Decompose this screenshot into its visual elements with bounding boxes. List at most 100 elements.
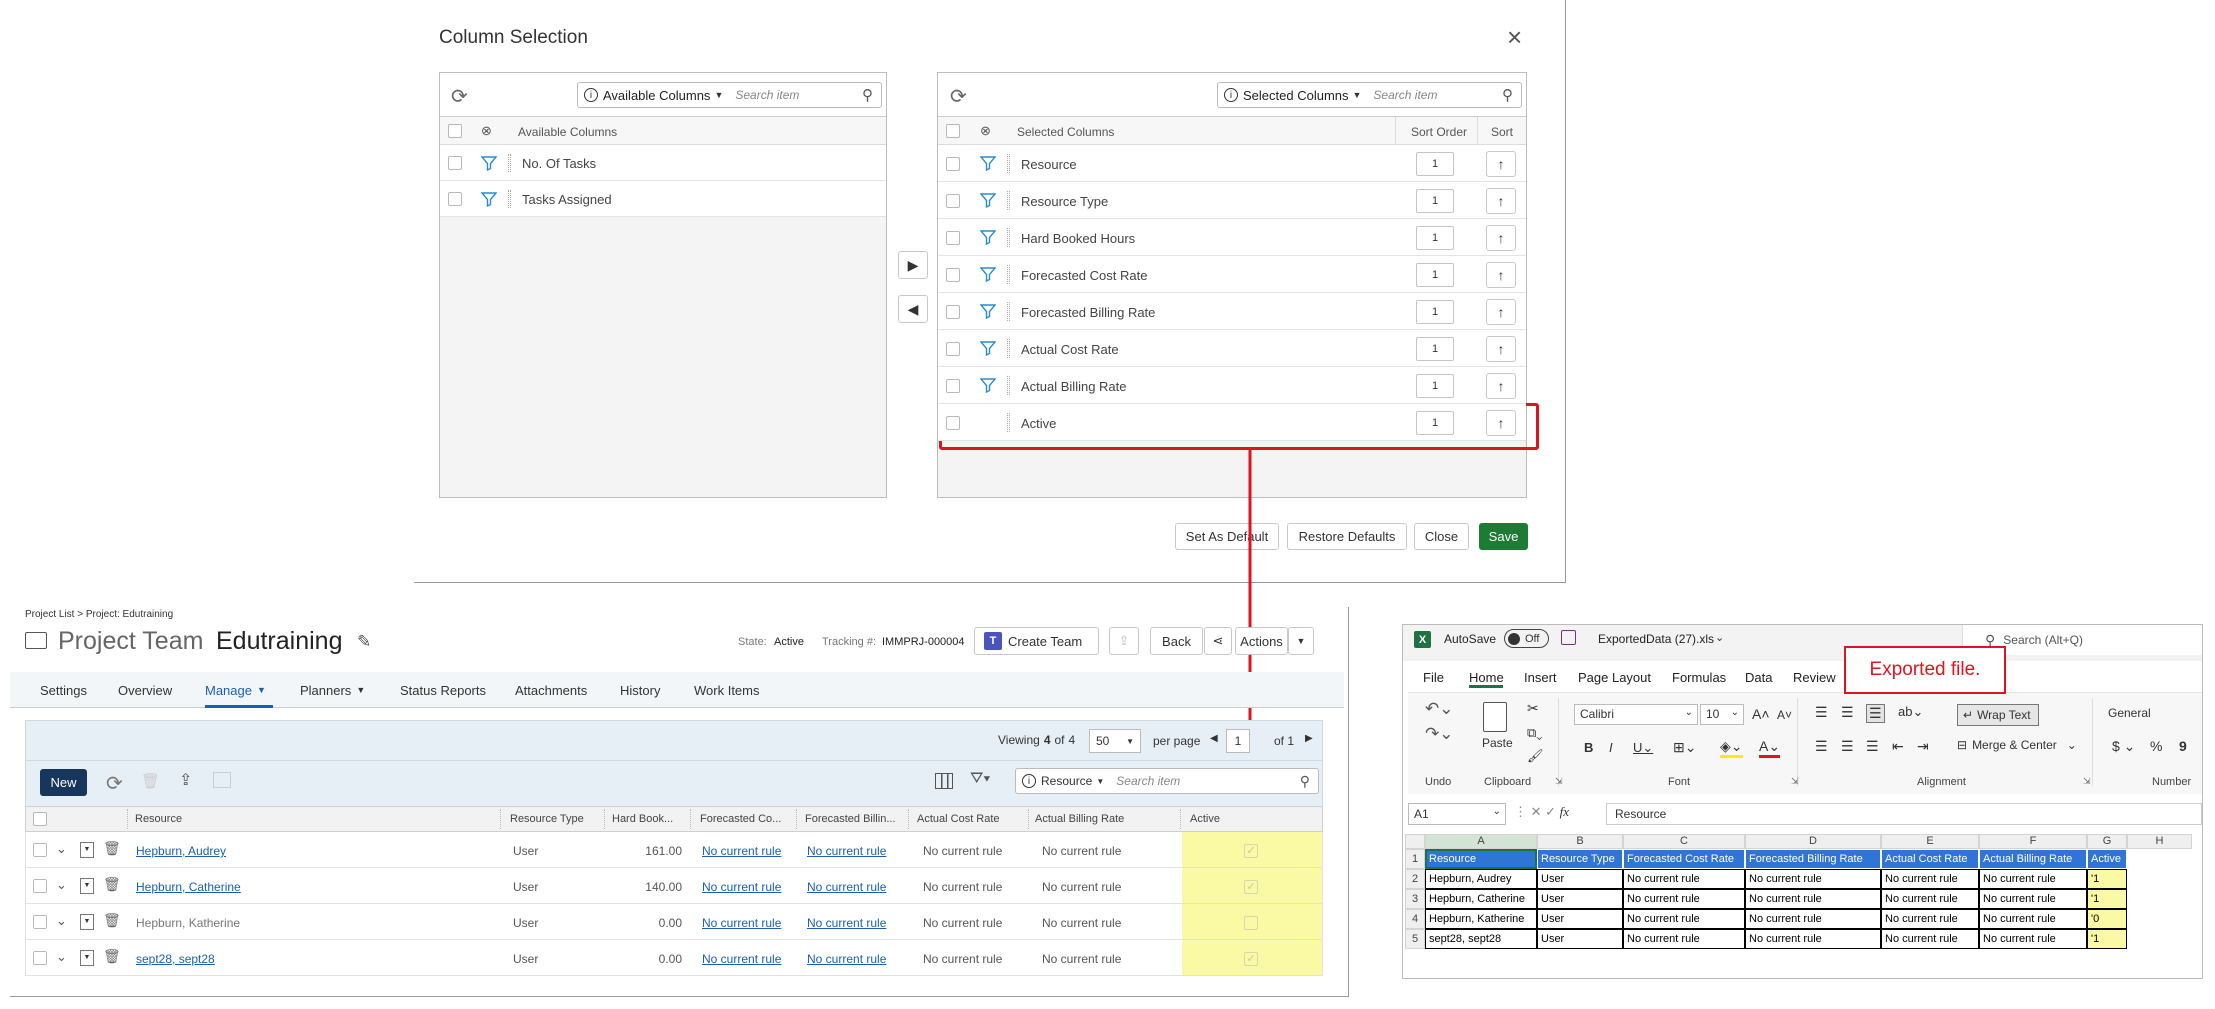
cut-icon[interactable]: ✂ (1527, 700, 1539, 717)
name-box[interactable]: A1 ⌄ (1408, 803, 1506, 825)
decrease-indent-icon[interactable]: ⇤ (1892, 738, 1904, 755)
refresh-icon[interactable]: ⟳ (106, 771, 123, 796)
sort-order-input[interactable]: 1 (1416, 226, 1454, 250)
sheet-cell[interactable]: No current rule (1623, 929, 1745, 949)
column-header[interactable]: Active (1190, 813, 1220, 825)
forecasted-cost-rate[interactable]: No current rule (702, 880, 781, 894)
move-right-button[interactable]: ▶ (898, 251, 928, 279)
row-number[interactable]: 3 (1405, 889, 1425, 909)
select-all-checkbox[interactable] (448, 124, 462, 138)
tab-settings[interactable]: Settings (40, 680, 87, 700)
export-icon-button[interactable]: ⇪ (1109, 627, 1139, 655)
sheet-cell[interactable]: No current rule (1881, 929, 1979, 949)
sort-direction-button[interactable]: ↑ (1486, 188, 1516, 214)
columns-icon[interactable] (935, 773, 953, 789)
clear-icon[interactable]: ⊗ (980, 123, 991, 139)
column-header[interactable]: Hard Book... (612, 813, 673, 825)
expand-chevron-icon[interactable]: ⌄ (56, 841, 67, 857)
forecasted-billing-rate[interactable]: No current rule (807, 952, 886, 966)
upload-icon[interactable]: ⇪ (179, 770, 192, 790)
italic-icon[interactable]: I (1609, 740, 1613, 755)
sheet-cell[interactable]: Hepburn, Katherine (1425, 909, 1537, 929)
sheet-cell[interactable]: No current rule (1979, 929, 2087, 949)
row-menu-button[interactable]: ▼ (80, 914, 94, 930)
page-input[interactable]: 1 (1226, 729, 1250, 753)
tab-attachments[interactable]: Attachments (515, 680, 587, 700)
sheet-cell[interactable]: No current rule (1745, 909, 1881, 929)
column-letter[interactable]: B (1537, 834, 1623, 849)
sort-order-input[interactable]: 1 (1416, 300, 1454, 324)
borders-icon[interactable]: ⊞⌄ (1673, 739, 1696, 756)
refresh-icon[interactable]: ⟳ (950, 84, 967, 109)
forecasted-cost-rate[interactable]: No current rule (702, 916, 781, 930)
actions-button[interactable]: Actions (1235, 627, 1288, 655)
drag-handle-icon[interactable] (508, 190, 511, 208)
next-page-icon[interactable]: ▶ (1305, 733, 1313, 744)
filter-icon[interactable] (979, 377, 997, 398)
sheet-cell[interactable]: No current rule (1623, 869, 1745, 889)
align-right-icon[interactable]: ☰ (1866, 738, 1879, 755)
set-as-default-button[interactable]: Set As Default (1175, 523, 1279, 550)
increase-indent-icon[interactable]: ⇥ (1917, 738, 1929, 755)
search-icon[interactable]: ⚲ (862, 86, 873, 104)
sheet-cell[interactable]: No current rule (1979, 869, 2087, 889)
expand-chevron-icon[interactable]: ⌄ (56, 877, 67, 893)
grow-font-icon[interactable]: A˄ (1752, 706, 1770, 722)
forecasted-billing-rate[interactable]: No current rule (807, 916, 886, 930)
sheet-cell[interactable]: No current rule (1745, 929, 1881, 949)
column-letter[interactable]: H (2127, 834, 2192, 849)
resource-name[interactable]: Hepburn, Audrey (136, 844, 226, 858)
list-item[interactable] (440, 145, 886, 181)
file-name[interactable]: ExportedData (27).xls (1598, 632, 1714, 646)
font-color-icon[interactable]: A⌄ (1759, 738, 1781, 758)
trash-icon[interactable]: 🗑 (103, 948, 121, 965)
close-icon[interactable]: × (1507, 24, 1522, 50)
column-header[interactable]: Resource Type (510, 813, 584, 825)
row-checkbox[interactable] (946, 379, 960, 393)
selected-columns-dropdown[interactable]: Selected Columns (1243, 88, 1349, 103)
expand-chevron-icon[interactable]: ⌄ (56, 913, 67, 929)
sheet-cell[interactable]: Hepburn, Audrey (1425, 869, 1537, 889)
sheet-cell[interactable]: User (1537, 869, 1623, 889)
undo-icon[interactable]: ↶⌄ (1425, 699, 1454, 719)
back-button[interactable]: Back (1150, 627, 1203, 655)
sheet-cell[interactable]: No current rule (1745, 889, 1881, 909)
drag-handle-icon[interactable] (1007, 228, 1010, 247)
list-item[interactable] (440, 181, 886, 217)
save-button[interactable]: Save (1479, 523, 1528, 550)
column-letter[interactable]: A (1425, 834, 1537, 849)
menu-insert[interactable]: Insert (1524, 670, 1557, 685)
sheet-cell[interactable]: Actual Cost Rate (1881, 849, 1979, 869)
sheet-cell[interactable]: Hepburn, Catherine (1425, 889, 1537, 909)
sort-order-input[interactable]: 1 (1416, 263, 1454, 287)
paste-icon[interactable] (1483, 702, 1507, 732)
sheet-cell[interactable]: '1 (2087, 869, 2127, 889)
row-checkbox[interactable] (33, 915, 47, 929)
copy-icon[interactable]: ⧉⌄ (1527, 725, 1542, 741)
row-checkbox[interactable] (33, 879, 47, 893)
filter-icon[interactable] (480, 155, 498, 176)
sort-order-input[interactable]: 1 (1416, 337, 1454, 361)
available-columns-dropdown[interactable]: Available Columns (603, 88, 710, 103)
create-team-button[interactable]: T Create Team (974, 627, 1099, 655)
sheet-cell[interactable]: No current rule (1979, 889, 2087, 909)
menu-file[interactable]: File (1423, 670, 1444, 685)
search-icon[interactable]: ⚲ (1502, 86, 1513, 104)
breadcrumb[interactable]: Project List > Project: Edutraining (25, 609, 173, 620)
filter-icon[interactable] (480, 191, 498, 212)
align-left-icon[interactable]: ☰ (1815, 738, 1828, 755)
resource-name[interactable]: Hepburn, Catherine (136, 880, 241, 894)
row-checkbox[interactable] (946, 231, 960, 245)
sheet-cell[interactable]: sept28, sept28 (1425, 929, 1537, 949)
row-number[interactable]: 2 (1405, 869, 1425, 889)
sort-direction-button[interactable]: ↑ (1486, 151, 1516, 177)
sheet-cell[interactable]: User (1537, 889, 1623, 909)
sheet-cell[interactable]: No current rule (1881, 909, 1979, 929)
column-header[interactable]: Forecasted Billin... (805, 813, 895, 825)
column-letter[interactable]: F (1979, 834, 2087, 849)
shrink-font-icon[interactable]: A˅ (1777, 708, 1792, 722)
row-checkbox[interactable] (946, 416, 960, 430)
drag-handle-icon[interactable] (1007, 413, 1010, 432)
edit-pencil-icon[interactable]: ✎ (357, 632, 371, 652)
sort-direction-button[interactable]: ↑ (1486, 410, 1516, 436)
